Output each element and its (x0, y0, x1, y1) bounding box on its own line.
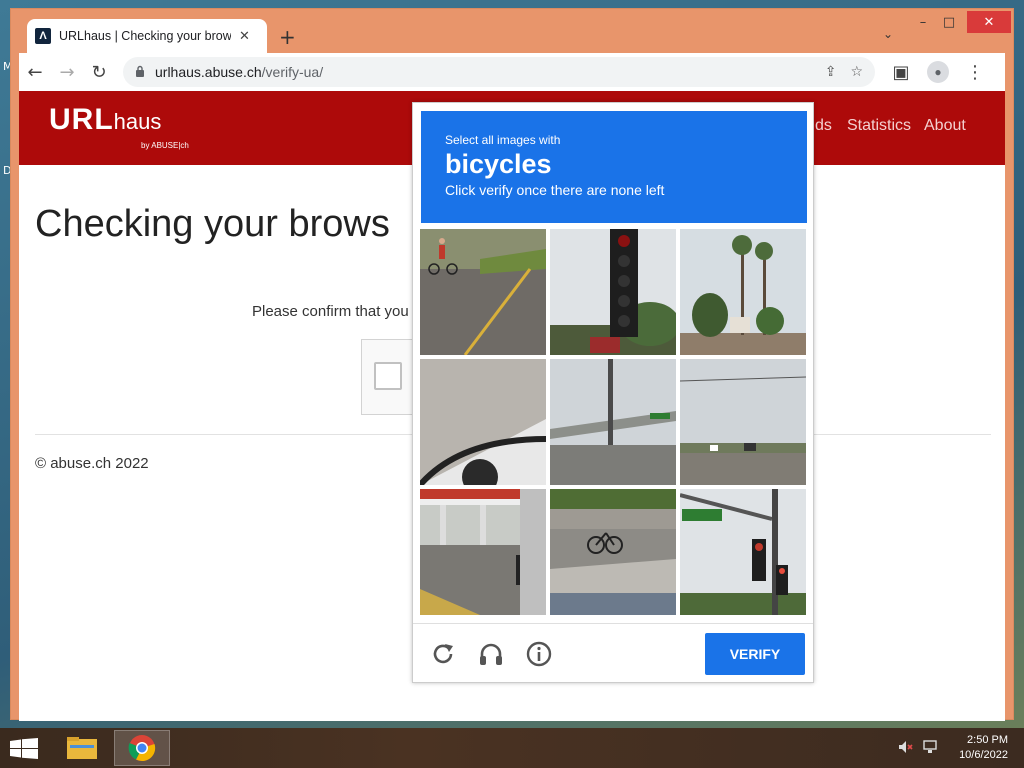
captcha-tile-overpass[interactable] (550, 359, 676, 485)
profile-avatar-icon[interactable]: ● (927, 61, 949, 83)
reload-challenge-icon[interactable] (429, 640, 457, 668)
captcha-tile-traffic-light[interactable] (550, 229, 676, 355)
taskbar: 2:50 PM 10/6/2022 (0, 728, 1024, 768)
captcha-tile-gravel-car[interactable] (420, 359, 546, 485)
captcha-tile-street-sign-light[interactable] (680, 489, 806, 615)
url-host: urlhaus.abuse.ch (155, 64, 262, 80)
browser-menu-icon[interactable]: ⋮ (959, 56, 991, 88)
url-path: /verify-ua/ (261, 64, 324, 80)
tab-search-icon[interactable]: ⌄ (883, 27, 893, 41)
forward-button[interactable]: → (51, 56, 83, 88)
clock-date: 10/6/2022 (959, 749, 1008, 761)
nav-item-about[interactable]: About (924, 117, 966, 135)
reload-button[interactable]: ↻ (83, 56, 115, 88)
captcha-keyword: bicycles (445, 149, 552, 179)
logo-main-text: URL (49, 103, 114, 136)
browser-window: – □ ✕ Λ URLhaus | Checking your browser … (10, 8, 1014, 721)
address-bar[interactable]: urlhaus.abuse.ch/verify-ua/ ⇪ ☆ (123, 57, 875, 87)
footer-copyright: © abuse.ch 2022 (35, 455, 149, 472)
captcha-subinstruction: Click verify once there are none left (445, 182, 665, 198)
close-window-button[interactable]: ✕ (967, 11, 1011, 33)
captcha-footer: VERIFY (413, 623, 813, 683)
nav-item-statistics[interactable]: Statistics (847, 117, 911, 135)
captcha-header: Select all images with bicycles Click ve… (421, 111, 807, 223)
confirm-instruction: Please confirm that you (252, 303, 409, 320)
browser-toolbar: ← → ↻ urlhaus.abuse.ch/verify-ua/ ⇪ ☆ ▣ … (19, 53, 1005, 91)
back-button[interactable]: ← (19, 56, 51, 88)
logo-sub-text: haus (113, 109, 162, 134)
recaptcha-checkbox[interactable] (374, 362, 402, 390)
maximize-button[interactable]: □ (933, 11, 965, 33)
site-favicon-icon: Λ (35, 28, 51, 44)
close-tab-icon[interactable]: ✕ (239, 29, 250, 44)
captcha-instruction: Select all images with (445, 133, 561, 147)
audio-challenge-icon[interactable] (477, 640, 505, 668)
captcha-tile-gas-station[interactable] (420, 489, 546, 615)
bookmark-star-icon[interactable]: ☆ (850, 64, 863, 80)
tab-title: URLhaus | Checking your browser (59, 29, 231, 43)
clock-time: 2:50 PM (967, 734, 1008, 746)
share-icon[interactable]: ⇪ (825, 64, 837, 80)
captcha-tile-sidewalk-bicycle[interactable] (550, 489, 676, 615)
windows-start-icon[interactable] (10, 738, 38, 759)
lock-icon[interactable] (135, 65, 145, 80)
browser-tab[interactable]: Λ URLhaus | Checking your browser ✕ (27, 19, 267, 53)
chrome-taskbar-icon[interactable] (114, 730, 170, 766)
new-tab-button[interactable]: + (279, 25, 296, 49)
captcha-challenge: Select all images with bicycles Click ve… (412, 102, 814, 683)
nav-item-partial[interactable]: ds (815, 117, 832, 135)
captcha-tile-intersection[interactable] (680, 359, 806, 485)
info-icon[interactable] (525, 640, 553, 668)
logo-byline: by ABUSE|ch (141, 141, 189, 150)
network-icon[interactable] (922, 740, 938, 758)
page-title: Checking your brows (35, 203, 390, 245)
file-explorer-icon[interactable] (54, 730, 110, 766)
urlhaus-logo[interactable]: URLhaus by ABUSE|ch (49, 103, 189, 150)
captcha-tile-road-cyclist[interactable] (420, 229, 546, 355)
system-clock[interactable]: 2:50 PM 10/6/2022 (959, 733, 1008, 763)
side-panel-icon[interactable]: ▣ (885, 56, 917, 88)
verify-button[interactable]: VERIFY (705, 633, 805, 675)
volume-muted-icon[interactable] (898, 740, 914, 758)
captcha-tile-palm-trees[interactable] (680, 229, 806, 355)
